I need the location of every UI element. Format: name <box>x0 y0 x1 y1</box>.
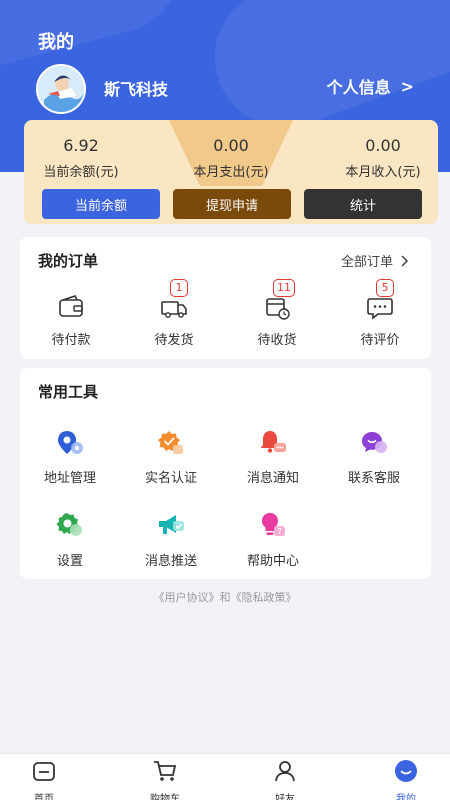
balance-stat: 6.92 当前余额(元) <box>24 136 150 180</box>
tool-label: 联系客服 <box>347 471 400 486</box>
tab-home[interactable]: 首页 <box>14 758 74 800</box>
income-value: 0.00 <box>365 136 401 155</box>
tab-cart[interactable]: 购物车 <box>135 758 195 800</box>
tool-customer-service[interactable]: 联系客服 <box>329 428 419 486</box>
tool-label: 实名认证 <box>144 471 197 486</box>
profile-info-label: 个人信息 <box>326 78 391 97</box>
order-pending-review[interactable]: 5 待评价 <box>340 279 420 348</box>
tab-friends[interactable]: 好友 <box>255 758 315 800</box>
balance-label: 当前余额(元) <box>43 165 119 180</box>
expense-label: 本月支出(元) <box>193 165 269 180</box>
tool-label: 帮助中心 <box>246 554 299 569</box>
order-count-badge: 11 <box>273 279 295 297</box>
tool-label: 地址管理 <box>43 471 96 486</box>
income-label: 本月收入(元) <box>345 165 421 180</box>
profile-icon <box>395 760 417 782</box>
order-pending-shipment[interactable]: 1 待发货 <box>134 279 214 348</box>
chat-bubble-icon <box>362 432 387 453</box>
page-title: 我的 <box>38 32 74 53</box>
expense-stat: 0.00 本月支出(元) <box>162 136 300 180</box>
order-item-label: 待发货 <box>154 333 194 348</box>
wallet-icon <box>59 295 83 317</box>
home-icon <box>33 762 55 781</box>
tool-verification[interactable]: 实名认证 <box>126 428 216 486</box>
tool-label: 消息通知 <box>246 471 299 486</box>
tab-label: 我的 <box>396 794 416 800</box>
header-decoration <box>0 0 192 82</box>
order-pending-payment[interactable]: 待付款 <box>31 291 111 348</box>
avatar[interactable] <box>36 64 86 114</box>
tool-help-center[interactable]: ? 帮助中心 <box>228 511 318 569</box>
orders-title: 我的订单 <box>38 252 99 270</box>
chevron-right-icon: > <box>400 76 414 96</box>
cart-icon <box>154 761 177 781</box>
tool-notifications[interactable]: 消息通知 <box>228 428 318 486</box>
friends-icon <box>275 761 295 782</box>
bell-icon <box>260 431 286 453</box>
profile-info-link[interactable]: 个人信息 > <box>327 74 414 98</box>
order-item-label: 待收货 <box>257 333 297 348</box>
chevron-right-icon <box>401 254 409 267</box>
tool-settings[interactable]: 设置 <box>25 511 115 569</box>
withdraw-button[interactable]: 提现申请 <box>173 189 291 219</box>
tool-push-messages[interactable]: 消息推送 <box>126 511 216 569</box>
order-item-label: 待评价 <box>360 333 400 348</box>
order-item-label: 待付款 <box>51 333 91 348</box>
gear-icon <box>56 513 82 536</box>
stats-button[interactable]: 统计 <box>304 189 422 219</box>
user-agreement-links[interactable]: 《用户协议》和《隐私政策》 <box>0 589 450 605</box>
svg-text:?: ? <box>277 527 281 536</box>
tool-label: 消息推送 <box>144 554 197 569</box>
order-count-badge: 5 <box>376 279 394 297</box>
all-orders-label: 全部订单 <box>340 255 393 270</box>
megaphone-icon <box>159 515 184 534</box>
tools-card: 常用工具 地址管理 实名认证 消息通知 联系客服 设置 消息推送 ? 帮助中心 <box>20 368 431 579</box>
balance-value: 6.92 <box>63 136 99 155</box>
all-orders-link[interactable]: 全部订单 <box>341 251 409 270</box>
tab-label: 好友 <box>275 794 295 800</box>
tab-mine[interactable]: 我的 <box>376 758 436 800</box>
order-count-badge: 1 <box>170 279 188 297</box>
tool-address[interactable]: 地址管理 <box>25 428 115 486</box>
balance-button[interactable]: 当前余额 <box>42 189 160 219</box>
tools-title: 常用工具 <box>38 383 99 401</box>
lightbulb-icon: ? <box>262 513 285 536</box>
order-pending-receipt[interactable]: 11 待收货 <box>237 279 317 348</box>
orders-card: 我的订单 全部订单 待付款 1 待发货 11 待收货 5 待评价 <box>20 237 431 359</box>
income-stat: 0.00 本月收入(元) <box>314 136 438 180</box>
location-pin-icon <box>58 431 83 454</box>
tool-label: 设置 <box>56 554 83 569</box>
tab-label: 首页 <box>34 794 54 800</box>
tab-label: 购物车 <box>150 794 180 800</box>
bottom-tab-bar: 首页 购物车 好友 我的 <box>0 753 450 800</box>
expense-value: 0.00 <box>213 136 249 155</box>
finance-card: 6.92 当前余额(元) 0.00 本月支出(元) 0.00 本月收入(元) 当… <box>24 120 438 224</box>
verified-shield-icon <box>158 431 183 454</box>
username: 斯飞科技 <box>104 80 169 99</box>
